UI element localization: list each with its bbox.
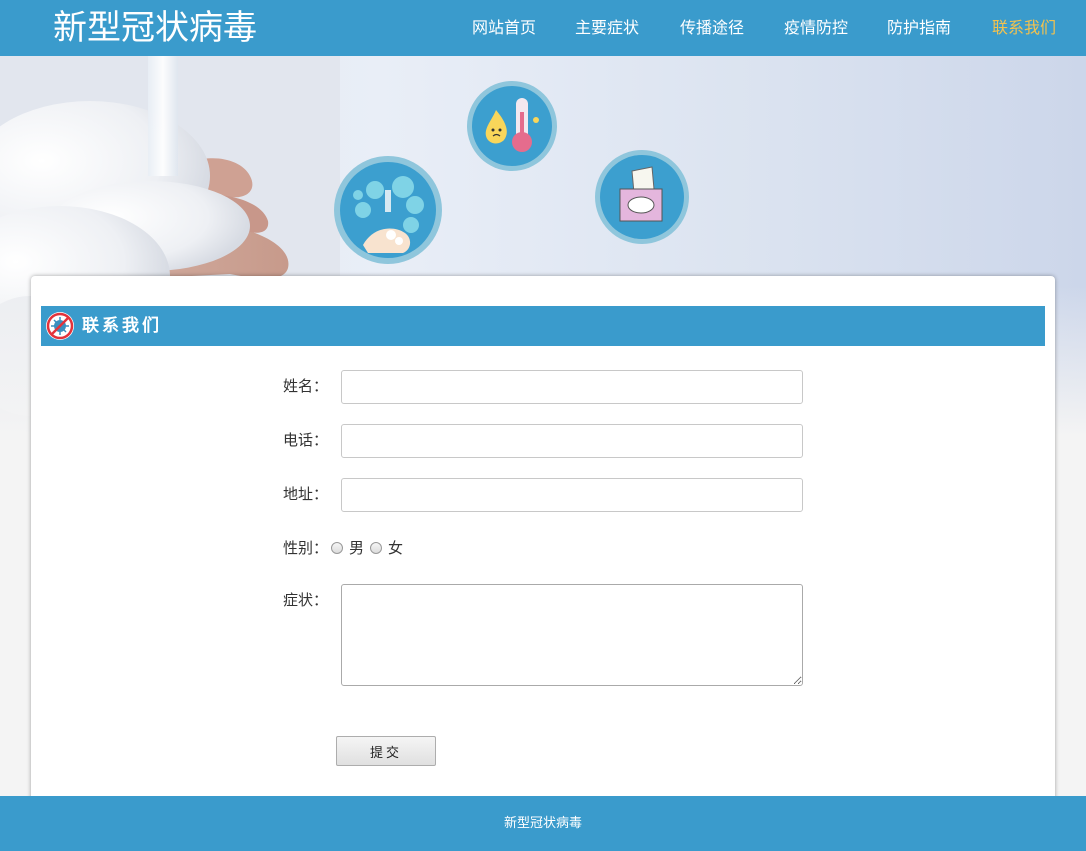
submit-button[interactable]: 提交 [336,736,436,766]
hand-washing-icon [334,156,442,264]
nav-item-protection-guide[interactable]: 防护指南 [887,18,951,38]
gender-female-radio[interactable] [370,542,382,554]
nav-item-home[interactable]: 网站首页 [472,18,536,38]
symptoms-label: 症状： [283,591,329,609]
gender-female-label[interactable]: 女 [388,538,403,558]
site-logo[interactable]: 新型冠状病毒 [53,6,257,50]
name-label: 姓名： [283,377,329,395]
phone-input[interactable] [341,424,803,458]
tissue-box-icon [595,150,689,244]
symptoms-textarea[interactable] [341,584,803,686]
top-header: 新型冠状病毒 网站首页 主要症状 传播途径 疫情防控 防护指南 联系我们 [0,0,1086,56]
nav-item-transmission[interactable]: 传播途径 [680,18,744,38]
gender-male-radio[interactable] [331,542,343,554]
address-label: 地址： [283,485,329,503]
no-virus-icon [46,312,74,340]
gender-label: 性别： [283,539,329,557]
footer-text: 新型冠状病毒 [503,816,582,831]
nav-item-epidemic-control[interactable]: 疫情防控 [784,18,848,38]
footer: 新型冠状病毒 [0,796,1086,851]
phone-label: 电话： [283,431,329,449]
nav-item-symptoms[interactable]: 主要症状 [575,18,639,38]
section-title: 联系我们 [82,316,162,336]
section-header: 联系我们 [41,306,1045,346]
gender-male-label[interactable]: 男 [349,538,364,558]
name-input[interactable] [341,370,803,404]
contact-card: 联系我们 姓名： 电话： 地址： 性别： 男 女 症状： 提交 [31,276,1055,816]
nav-item-contact[interactable]: 联系我们 [992,18,1056,38]
address-input[interactable] [341,478,803,512]
fever-thermometer-icon [467,81,557,171]
